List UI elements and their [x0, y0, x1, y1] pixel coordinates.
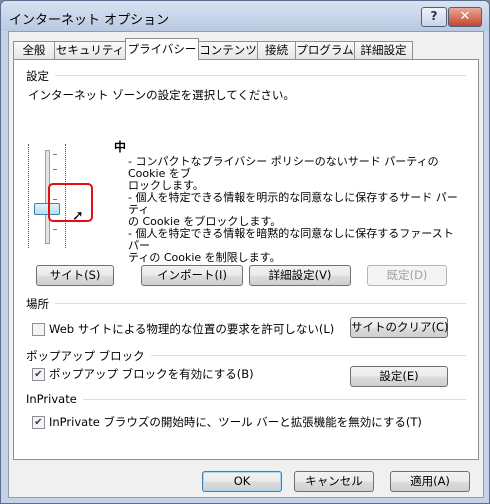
description-line: - 個人を特定できる情報を明示的な同意なしに保存するサード パーティ — [128, 191, 458, 216]
location-group-label: 場所 — [26, 296, 55, 312]
tab-strip: 全般 セキュリティ プライバシー コンテンツ 接続 プログラム 詳細設定 — [13, 38, 479, 60]
window-title: インターネット オプション — [9, 13, 170, 28]
zone-instruction: インターネット ゾーンの設定を選択してください。 — [28, 88, 295, 102]
tab-advanced[interactable]: 詳細設定 — [354, 41, 413, 59]
tab-general[interactable]: 全般 — [13, 41, 55, 59]
inprivate-checkbox[interactable]: ✔ — [32, 416, 45, 429]
privacy-level-description: - コンパクトなプライバシー ポリシーのないサード パーティの Cookie を… — [128, 156, 468, 264]
slider-tick — [53, 169, 57, 170]
inprivate-group-line — [26, 399, 466, 400]
settings-group-label: 設定 — [26, 68, 55, 84]
ok-button[interactable]: OK — [202, 471, 282, 492]
tab-content[interactable]: コンテンツ — [198, 41, 258, 59]
advanced-button[interactable]: 詳細設定(V) — [249, 265, 351, 286]
settings-group-line — [26, 75, 466, 76]
popup-group-label: ポップアップ ブロック — [26, 348, 151, 364]
slider-tick — [53, 154, 57, 155]
privacy-level-name: 中 — [114, 140, 127, 154]
sites-button[interactable]: サイト(S) — [36, 265, 114, 286]
tab-privacy[interactable]: プライバシー — [125, 38, 199, 60]
mouse-cursor-icon: ➚ — [72, 208, 84, 224]
slider-dotted-left — [28, 144, 29, 248]
dialog-window: インターネット オプション ? ✕ 全般 セキュリティ プライバシー コンテンツ… — [0, 0, 490, 504]
help-button[interactable]: ? — [421, 7, 447, 27]
title-bar[interactable]: インターネット オプション ? ✕ — [1, 1, 489, 31]
description-line: - 個人を特定できる情報を暗黙的な同意なしに保存するファースト パー — [128, 227, 454, 252]
dialog-client: 全般 セキュリティ プライバシー コンテンツ 接続 プログラム 詳細設定 設定 … — [8, 31, 484, 498]
close-button[interactable]: ✕ — [448, 7, 482, 27]
location-checkbox-label[interactable]: Web サイトによる物理的な位置の要求を許可しない(L) — [49, 321, 334, 337]
inprivate-checkbox-label[interactable]: InPrivate ブラウズの開始時に、ツール バーと拡張機能を無効にする(T) — [49, 414, 422, 430]
import-button[interactable]: インポート(I) — [141, 265, 243, 286]
privacy-panel: 設定 インターネット ゾーンの設定を選択してください。 ➚ 中 - コンパクトな… — [13, 59, 479, 460]
default-button[interactable]: 既定(D) — [367, 265, 447, 286]
cancel-button[interactable]: キャンセル — [294, 471, 374, 492]
clear-sites-button[interactable]: サイトのクリア(C) — [350, 317, 449, 338]
slider-tick — [53, 229, 57, 230]
tab-programs[interactable]: プログラム — [295, 41, 355, 59]
inprivate-group-label: InPrivate — [26, 392, 83, 406]
popup-checkbox[interactable]: ✔ — [32, 368, 45, 381]
tab-connections[interactable]: 接続 — [257, 41, 296, 59]
description-line: ティの Cookie を制限します。 — [128, 251, 281, 264]
location-checkbox[interactable] — [32, 323, 45, 336]
popup-settings-button[interactable]: 設定(E) — [350, 366, 448, 387]
location-group-line — [26, 303, 466, 304]
description-line: - コンパクトなプライバシー ポリシーのないサード パーティの Cookie を… — [128, 155, 439, 180]
slider-highlight-box — [48, 183, 93, 222]
tab-security[interactable]: セキュリティ — [54, 41, 126, 59]
apply-button[interactable]: 適用(A) — [390, 471, 470, 492]
popup-checkbox-label[interactable]: ポップアップ ブロックを有効にする(B) — [49, 366, 254, 382]
